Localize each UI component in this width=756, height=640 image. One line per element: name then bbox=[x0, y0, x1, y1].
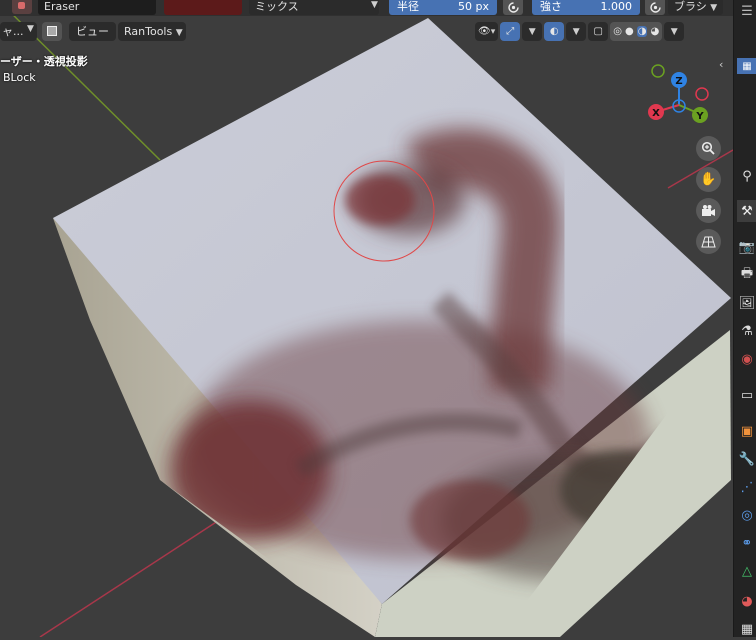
chevron-down-icon: ▼ bbox=[27, 24, 34, 34]
sidebar-toggle-arrow[interactable]: ‹ bbox=[719, 58, 733, 76]
shading-modes[interactable]: ◎ ● ◑ ◕ bbox=[610, 22, 663, 41]
material-shading-icon[interactable]: ◑ bbox=[636, 26, 648, 37]
scene-icon[interactable]: ⚗ bbox=[737, 320, 756, 342]
rantools-label: RanTools bbox=[124, 25, 173, 38]
chevron-down-icon: ▼ bbox=[175, 28, 183, 38]
brush-menu-label: ブラシ bbox=[674, 0, 707, 13]
editor-type-icon[interactable]: ⚲ bbox=[737, 165, 756, 187]
radius-label: 半径 bbox=[397, 0, 419, 13]
mode-label: ャ... bbox=[2, 25, 24, 38]
modifier-wrench-icon[interactable]: 🔧 bbox=[737, 448, 756, 470]
overlays-toggle[interactable]: ◐ bbox=[544, 22, 565, 41]
gizmo-arrows-icon: ⤢ bbox=[506, 26, 515, 37]
editor-menu-icon[interactable]: ☰ bbox=[737, 0, 756, 22]
strength-pressure-button[interactable] bbox=[645, 0, 665, 15]
xray-shading-toggle[interactable]: ▢ bbox=[588, 22, 609, 41]
view-menu[interactable]: ビュー bbox=[69, 22, 116, 41]
chevron-down-icon: ▼ bbox=[572, 26, 580, 37]
gizmo-z-label: Z bbox=[675, 76, 682, 87]
blend-mode-label: ミックス bbox=[255, 0, 299, 13]
object-icon[interactable]: ▣ bbox=[737, 420, 756, 442]
visibility-dropdown[interactable]: 👁 ▾ bbox=[475, 22, 499, 41]
blend-mode-dropdown[interactable]: ミックス bbox=[249, 0, 379, 15]
gizmo-x-label: X bbox=[652, 108, 660, 119]
world-icon[interactable]: ◉ bbox=[737, 348, 756, 370]
particles-icon[interactable]: ⋰ bbox=[737, 476, 756, 498]
camera-icon[interactable] bbox=[696, 198, 721, 223]
gizmo-dropdown[interactable]: ▼ bbox=[522, 22, 543, 41]
chevron-down-icon: ▼ bbox=[670, 26, 678, 37]
solid-shading-icon[interactable]: ● bbox=[625, 26, 634, 37]
strength-value: 1.000 bbox=[600, 0, 633, 13]
chevron-down-icon: ▼ bbox=[371, 0, 378, 10]
radius-pressure-button[interactable] bbox=[503, 0, 523, 15]
xray-icon: ▢ bbox=[593, 26, 603, 37]
strength-slider[interactable]: 強さ 1.000 bbox=[532, 0, 640, 15]
rantools-menu[interactable]: RanTools ▼ bbox=[118, 22, 186, 41]
render-icon[interactable]: 📷 bbox=[737, 236, 756, 258]
output-icon[interactable]: 🖶 bbox=[737, 264, 756, 286]
pen-pressure-icon bbox=[649, 2, 661, 13]
brush-thumbnail[interactable] bbox=[12, 0, 32, 14]
overlays-icon: ◐ bbox=[549, 26, 559, 37]
chevron-down-icon: ▼ bbox=[528, 26, 536, 37]
gizmo-y-label: Y bbox=[695, 111, 704, 122]
viewport-header-controls: 👁 ▾ ⤢ ▼ ◐ ▼ ▢ ◎ ● ◑ ◕ ▼ bbox=[475, 22, 685, 41]
zoom-icon[interactable] bbox=[696, 136, 721, 161]
brush-menu[interactable]: ブラシ ▼ bbox=[668, 0, 723, 15]
view-title: ーザー・透視投影 bbox=[0, 55, 88, 68]
object-data-icon[interactable]: △ bbox=[737, 560, 756, 582]
material-icon[interactable]: ◕ bbox=[737, 590, 756, 612]
properties-tab-strip: ☰ ▦ ⚲ ⚒ 📷 🖶 🖼 ⚗ ◉ ▭ ▣ 🔧 ⋰ ◎ ⚭ △ ◕ ▦ bbox=[733, 0, 756, 637]
xray-toggle-button[interactable] bbox=[42, 22, 62, 41]
navigation-buttons: ✋ bbox=[696, 136, 721, 254]
chevron-down-icon: ▼ bbox=[710, 3, 718, 13]
pen-pressure-icon bbox=[507, 2, 519, 13]
eye-icon: 👁 bbox=[478, 26, 491, 37]
overlays-dropdown[interactable]: ▼ bbox=[566, 22, 587, 41]
radius-value: 50 px bbox=[458, 0, 489, 13]
pan-hand-icon[interactable]: ✋ bbox=[696, 167, 721, 192]
checker-icon[interactable]: ▦ bbox=[737, 58, 756, 74]
brush-name-field[interactable]: Eraser bbox=[38, 0, 156, 15]
collection-icon[interactable]: ▭ bbox=[737, 384, 756, 406]
radius-slider[interactable]: 半径 50 px bbox=[389, 0, 497, 15]
perspective-grid-icon[interactable] bbox=[696, 229, 721, 254]
tool-icon[interactable]: ⚒ bbox=[737, 200, 756, 222]
object-name: BLock bbox=[3, 71, 36, 84]
brush-color-swatch[interactable] bbox=[164, 0, 242, 15]
constraints-icon[interactable]: ⚭ bbox=[737, 532, 756, 554]
strength-label: 強さ bbox=[540, 0, 562, 13]
view-layer-icon[interactable]: 🖼 bbox=[737, 292, 756, 314]
viewport-canvas[interactable]: Z X Y bbox=[0, 0, 756, 637]
chevron-down-icon: ▾ bbox=[490, 26, 496, 37]
gizmo-toggle[interactable]: ⤢ bbox=[500, 22, 521, 41]
rendered-shading-icon[interactable]: ◕ bbox=[650, 26, 659, 37]
physics-icon[interactable]: ◎ bbox=[737, 504, 756, 526]
navigation-gizmo[interactable]: Z X Y bbox=[648, 64, 709, 123]
shading-dropdown[interactable]: ▼ bbox=[664, 22, 685, 41]
wireframe-shading-icon[interactable]: ◎ bbox=[613, 26, 622, 37]
